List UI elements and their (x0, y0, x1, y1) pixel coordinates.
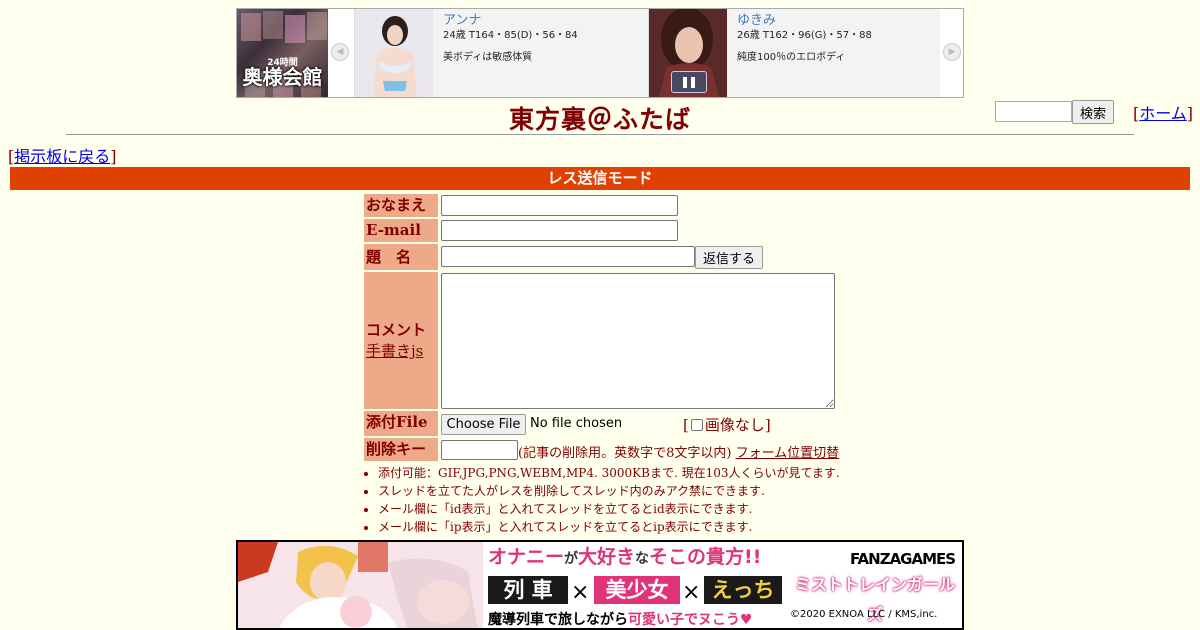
handwrite-js-link[interactable]: 手書きjs (366, 342, 423, 360)
ad-copyright: ©2020 EXNOA LLC / KMS,inc. (790, 609, 938, 620)
delete-key-label: 削除キー (364, 438, 438, 461)
posting-notes: 添付可能：GIF,JPG,PNG,WEBM,MP4. 3000KBまで. 現在1… (358, 464, 840, 536)
ad-times: × (571, 580, 590, 605)
card-photo (355, 9, 433, 97)
banner-logo[interactable]: 24時間 奥様会館 (237, 9, 328, 97)
submit-reply-button[interactable]: 返信する (695, 246, 763, 269)
top-banner-ad[interactable]: 24時間 奥様会館 ◀ アンナ 24歳 T164・85(D)・56・84 美ボデ… (236, 8, 964, 98)
name-label: おなまえ (364, 194, 438, 217)
name-input[interactable] (441, 195, 678, 216)
card-spec: 24歳 T164・85(D)・56・84 (443, 30, 578, 41)
banner-logo-text: 奥様会館 (242, 65, 323, 89)
ad-headline-part: な (635, 551, 650, 567)
banner-card-anna[interactable]: アンナ 24歳 T164・85(D)・56・84 美ボディは敏感体質 (354, 9, 648, 97)
comment-label-cell: コメント 手書きjs (364, 272, 438, 409)
subject-input[interactable] (441, 246, 695, 267)
search-input[interactable] (995, 101, 1072, 122)
file-status: No file chosen (530, 416, 623, 431)
chevron-right-icon: ▶ (948, 47, 956, 57)
pause-icon (683, 76, 687, 88)
ad-game-title: ミストトレインガールズ (794, 575, 955, 624)
note-item: メール欄に「ip表示」と入れてスレッドを立てるとip表示にできます. (378, 518, 840, 536)
banner-prev-button[interactable]: ◀ (331, 43, 349, 61)
banner-card-yukimi[interactable]: ゆきみ 26歳 T162・96(G)・57・88 純度100％のエロボディ (648, 9, 940, 97)
ad-tagline-part: 魔導列車で旅しながら (488, 612, 628, 628)
title-divider (66, 134, 1134, 135)
search-button[interactable]: 検索 (1072, 100, 1114, 124)
comment-textarea[interactable] (441, 273, 835, 409)
ad-word-ecchi: えっち (704, 576, 782, 604)
card-desc: 純度100％のエロボディ (737, 52, 846, 63)
ad-headline: オナニーが大好きなそこの貴方!! (488, 542, 761, 569)
comment-label: コメント (366, 321, 427, 339)
back-to-board-link[interactable]: 掲示板に戻る (14, 147, 110, 166)
card-spec: 26歳 T162・96(G)・57・88 (737, 30, 872, 41)
ad-artwork (238, 542, 483, 628)
card-name: ゆきみ (737, 13, 777, 28)
reply-mode-bar: レス送信モード (10, 167, 1190, 190)
note-item: メール欄に「id表示」と入れてスレッドを立てるとid表示にできます. (378, 500, 840, 518)
banner-pause-button[interactable] (671, 71, 707, 93)
choose-file-button[interactable]: Choose File (441, 414, 526, 435)
chevron-left-icon: ◀ (336, 47, 344, 57)
card-photo (649, 9, 727, 97)
home-link[interactable]: ホーム (1139, 104, 1187, 123)
bracket: [ (683, 416, 689, 434)
bracket: ] (1186, 104, 1194, 123)
ad-word-train: 列 車 (488, 576, 568, 604)
ad-word-bishoujo: 美少女 (594, 576, 680, 604)
ad-times: × (682, 580, 701, 605)
bracket: ] (764, 416, 771, 434)
ad-headline-part: オナニー (488, 546, 565, 568)
bracket: ] (110, 147, 117, 166)
banner-next-button[interactable]: ▶ (943, 43, 961, 61)
card-desc: 美ボディは敏感体質 (443, 52, 533, 63)
home-link-wrap: [ホーム] (1133, 100, 1193, 124)
delete-key-hint: (記事の削除用。英数字で8文字以内) (518, 446, 732, 461)
ad-headline-part: 大好き (578, 546, 636, 568)
subject-label: 題 名 (364, 244, 438, 270)
note-item: 添付可能：GIF,JPG,PNG,WEBM,MP4. 3000KBまで. 現在1… (378, 464, 840, 482)
ad-tagline: 魔導列車で旅しながら可愛い子でヌこう♥ (488, 609, 753, 628)
ad-tagline-part: 可愛い子でヌこう♥ (628, 612, 753, 628)
ad-headline-part: そこの貴方!! (649, 546, 762, 568)
bottom-banner-ad[interactable]: オナニーが大好きなそこの貴方!! 列 車 × 美少女 × えっち 魔導列車で旅し… (236, 540, 964, 630)
email-input[interactable] (441, 220, 678, 241)
no-image-checkbox[interactable] (690, 419, 703, 431)
ad-brand-logo: FANZAGAMES (850, 550, 956, 568)
delete-key-note: (記事の削除用。英数字で8文字以内) フォーム位置切替 (518, 442, 839, 461)
ad-headline-part: が (564, 551, 579, 567)
no-image-option: [ 画像なし] (683, 414, 771, 435)
back-link-wrap: [掲示板に戻る] (8, 143, 117, 167)
note-item: スレッドを立てた人がレスを削除してスレッド内のみアク禁にできます. (378, 482, 840, 500)
file-label: 添付File (364, 411, 438, 436)
delete-key-input[interactable] (441, 440, 518, 460)
no-image-label: 画像なし (704, 416, 765, 434)
form-position-toggle-link[interactable]: フォーム位置切替 (736, 446, 840, 461)
email-label: E-mail (364, 219, 438, 242)
card-name: アンナ (443, 13, 482, 28)
